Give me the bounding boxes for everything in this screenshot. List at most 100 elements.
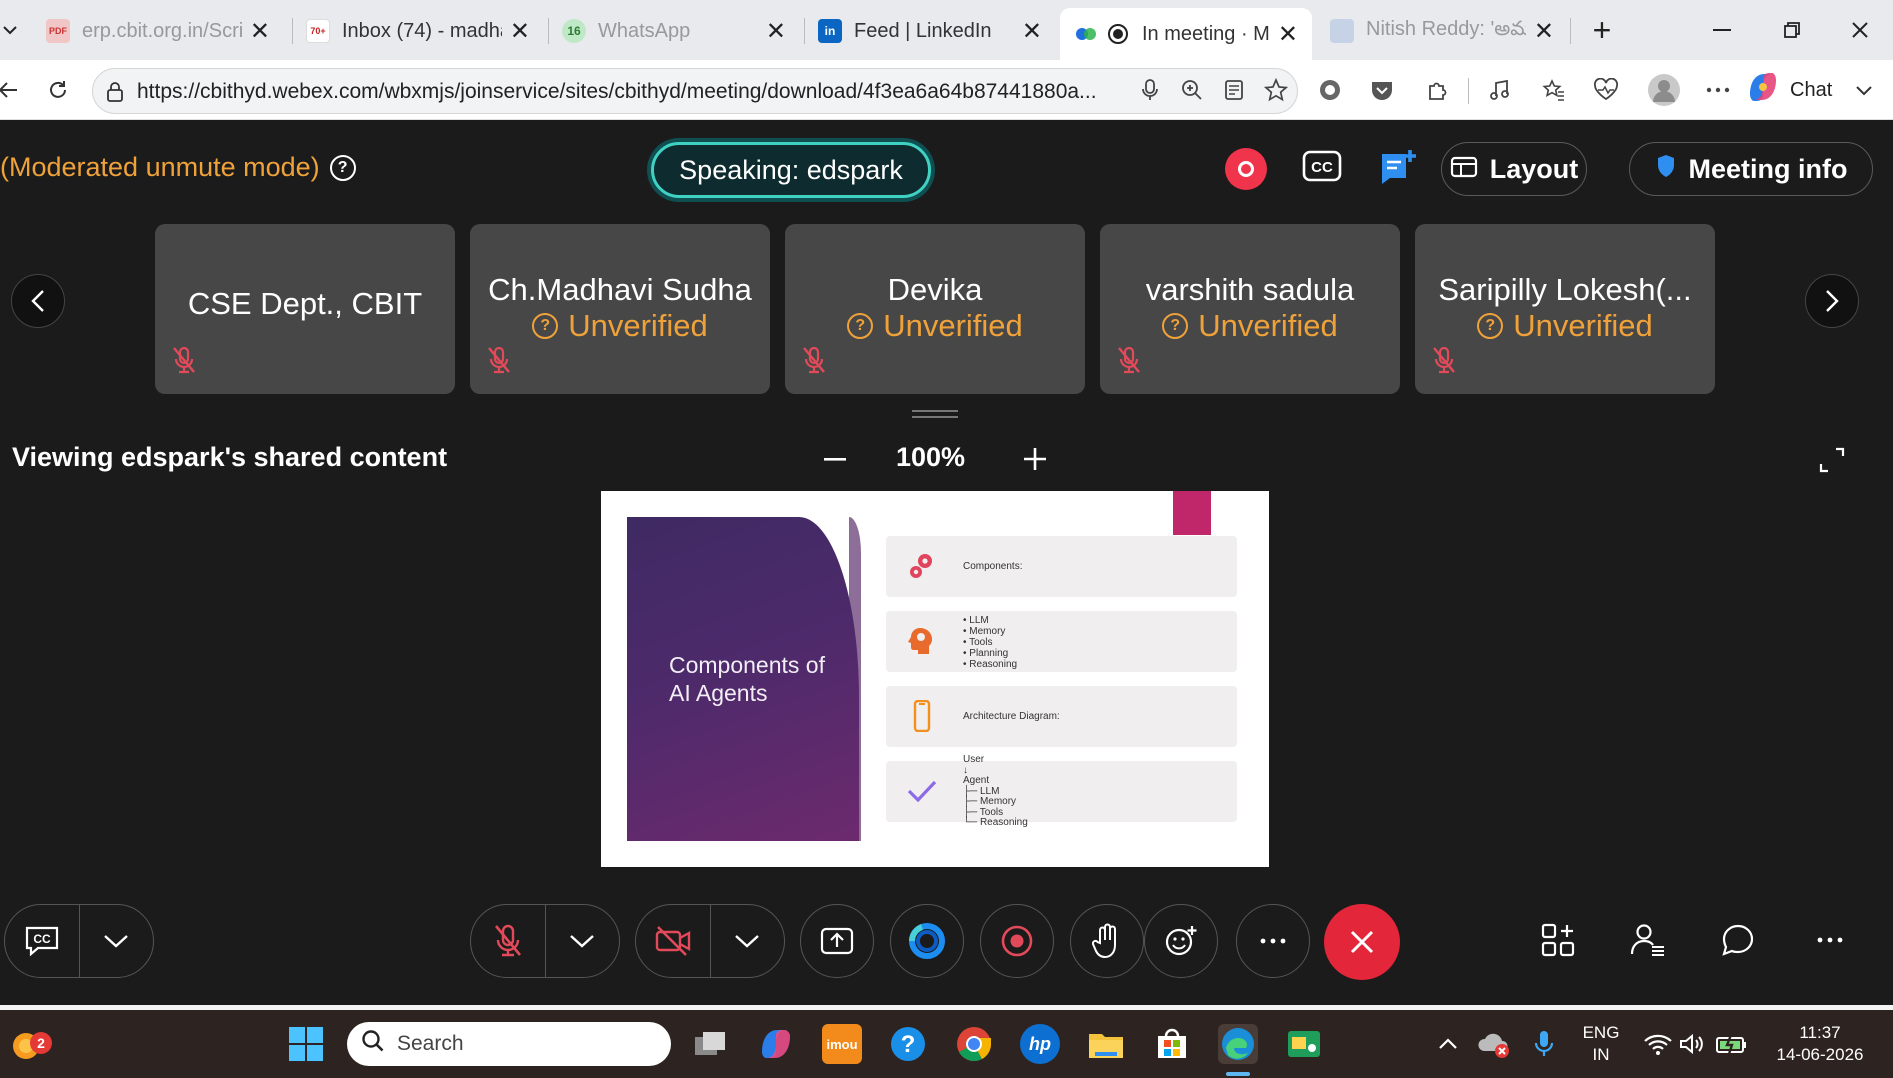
leave-meeting-button[interactable]: [1324, 904, 1400, 980]
close-tab-icon[interactable]: ✕: [766, 17, 786, 46]
help-icon[interactable]: ?: [888, 1024, 928, 1064]
participant-tile[interactable]: Ch.Madhavi Sudha ? Unverified: [470, 224, 770, 394]
muted-mic-icon: [801, 345, 827, 380]
copilot-taskbar-icon[interactable]: [756, 1024, 796, 1064]
linkedin-favicon-icon: in: [818, 19, 842, 43]
apps-icon[interactable]: [1538, 920, 1578, 960]
profile-avatar-icon[interactable]: [1646, 72, 1682, 108]
zoom-in-button[interactable]: [1018, 442, 1052, 476]
zoom-level: 100%: [896, 442, 966, 472]
tab-linkedin[interactable]: in Feed | LinkedIn ✕: [804, 8, 1056, 54]
chat-bubble-icon[interactable]: [1718, 920, 1758, 960]
minimize-button[interactable]: [1692, 10, 1752, 50]
lock-icon[interactable]: [105, 81, 125, 108]
captions-options-chevron-icon[interactable]: [80, 905, 154, 977]
close-tab-icon[interactable]: ✕: [510, 17, 530, 46]
battery-charging-icon[interactable]: [1712, 1024, 1752, 1064]
slido-qa-icon[interactable]: [1380, 148, 1420, 191]
read-aloud-mic-icon[interactable]: [1134, 74, 1166, 106]
task-view-icon[interactable]: [690, 1024, 730, 1064]
favorite-star-icon[interactable]: [1260, 74, 1292, 106]
tab-gmail[interactable]: 70+ Inbox (74) - madhavis ✕: [292, 8, 544, 54]
slide-card: Components:: [886, 536, 1237, 597]
settings-more-icon[interactable]: [1702, 74, 1734, 106]
previous-participants-button[interactable]: [11, 274, 65, 328]
participant-strip: CSE Dept., CBIT Ch.Madhavi Sudha ? Unver…: [0, 224, 1893, 396]
zoom-icon[interactable]: [1176, 74, 1208, 106]
close-tab-icon[interactable]: ✕: [1534, 17, 1554, 46]
new-tab-button[interactable]: +: [1572, 10, 1632, 50]
next-participants-button[interactable]: [1805, 274, 1859, 328]
onedrive-error-icon[interactable]: [1474, 1024, 1514, 1064]
start-windows-icon[interactable]: [286, 1024, 326, 1064]
participant-tile[interactable]: Saripilly Lokesh(... ? Unverified: [1415, 224, 1715, 394]
recording-status-icon[interactable]: [1225, 148, 1267, 190]
reactions-button[interactable]: [1144, 904, 1218, 978]
browser-essentials-heart-icon[interactable]: [1590, 74, 1622, 106]
participant-tile[interactable]: Devika ? Unverified: [785, 224, 1085, 394]
tab-label: WhatsApp: [598, 19, 691, 42]
file-explorer-icon[interactable]: [1086, 1024, 1126, 1064]
edge-icon[interactable]: [1218, 1024, 1258, 1064]
record-button[interactable]: [980, 904, 1054, 978]
clock[interactable]: 11:37 14-06-2026: [1764, 1022, 1876, 1066]
share-content-button[interactable]: [800, 904, 874, 978]
participant-tile[interactable]: CSE Dept., CBIT: [155, 224, 455, 394]
tab-whatsapp[interactable]: 16 WhatsApp ✕: [548, 8, 800, 54]
copilot-chat-button[interactable]: Chat: [1746, 71, 1872, 109]
ai-assistant-button[interactable]: [890, 904, 964, 978]
url-field[interactable]: https://cbithyd.webex.com/wbxmjs/joinser…: [92, 68, 1298, 114]
more-panels-icon[interactable]: [1810, 920, 1850, 960]
restore-button[interactable]: [1762, 10, 1822, 50]
close-tab-icon[interactable]: ✕: [1278, 20, 1298, 49]
close-window-button[interactable]: [1830, 10, 1890, 50]
store-icon[interactable]: [1152, 1024, 1192, 1064]
closed-captions-icon[interactable]: CC: [1302, 150, 1342, 187]
close-tab-icon[interactable]: ✕: [1022, 17, 1042, 46]
audio-options-chevron-icon[interactable]: [546, 905, 620, 977]
layout-button[interactable]: Layout: [1441, 142, 1587, 196]
captions-button[interactable]: CC: [5, 905, 79, 977]
reload-icon[interactable]: [42, 74, 74, 106]
close-tab-icon[interactable]: ✕: [250, 17, 270, 46]
more-options-button[interactable]: [1236, 904, 1310, 978]
widgets-weather-icon[interactable]: 2: [6, 1024, 52, 1064]
participant-name: varshith sadula: [1145, 272, 1355, 307]
raise-hand-button[interactable]: [1070, 904, 1144, 978]
unverified-label: Unverified: [883, 308, 1023, 343]
grammarly-extension-icon[interactable]: [1314, 74, 1346, 106]
participant-tile[interactable]: varshith sadula ? Unverified: [1100, 224, 1400, 394]
meeting-info-button[interactable]: Meeting info: [1629, 142, 1873, 196]
fullscreen-icon[interactable]: [1818, 446, 1846, 474]
taskbar-search-box[interactable]: Search: [347, 1022, 671, 1066]
zoom-out-button[interactable]: [818, 442, 852, 476]
start-video-button[interactable]: [636, 905, 710, 977]
search-placeholder: Search: [397, 1032, 464, 1055]
hp-icon[interactable]: hp: [1020, 1024, 1060, 1064]
extensions-puzzle-icon[interactable]: [1422, 74, 1454, 106]
tab-list-chevron-icon[interactable]: [0, 14, 26, 46]
language-indicator[interactable]: ENG IN: [1578, 1022, 1624, 1066]
back-arrow-icon[interactable]: [0, 74, 24, 106]
unmute-button[interactable]: [471, 905, 545, 977]
chrome-icon[interactable]: [954, 1024, 994, 1064]
resize-drag-handle[interactable]: [912, 410, 958, 418]
pocket-extension-icon[interactable]: [1366, 74, 1398, 106]
microphone-tray-icon[interactable]: [1524, 1024, 1564, 1064]
imou-icon[interactable]: imou: [822, 1024, 862, 1064]
news-favicon-icon: [1330, 19, 1354, 43]
tab-news[interactable]: Nitish Reddy: 'అమ్మ ✕: [1316, 8, 1568, 54]
google-meet-icon[interactable]: [1284, 1024, 1324, 1064]
participants-icon[interactable]: [1628, 920, 1668, 960]
media-music-icon[interactable]: [1484, 74, 1516, 106]
slide-card-text: • LLM • Memory • Tools • Planning • Reas…: [963, 615, 1018, 670]
volume-icon[interactable]: [1672, 1024, 1712, 1064]
reader-view-icon[interactable]: [1218, 74, 1250, 106]
favorites-list-icon[interactable]: [1538, 74, 1570, 106]
help-icon[interactable]: ?: [329, 154, 356, 181]
show-hidden-icons-chevron-icon[interactable]: [1428, 1024, 1468, 1064]
video-options-chevron-icon[interactable]: [711, 905, 785, 977]
tab-webex-meeting[interactable]: In meeting · Mee ✕: [1060, 8, 1312, 60]
active-speaker-label: Speaking: edspark: [651, 142, 931, 198]
tab-erp[interactable]: PDF erp.cbit.org.in/ScriptF ✕: [32, 8, 284, 54]
